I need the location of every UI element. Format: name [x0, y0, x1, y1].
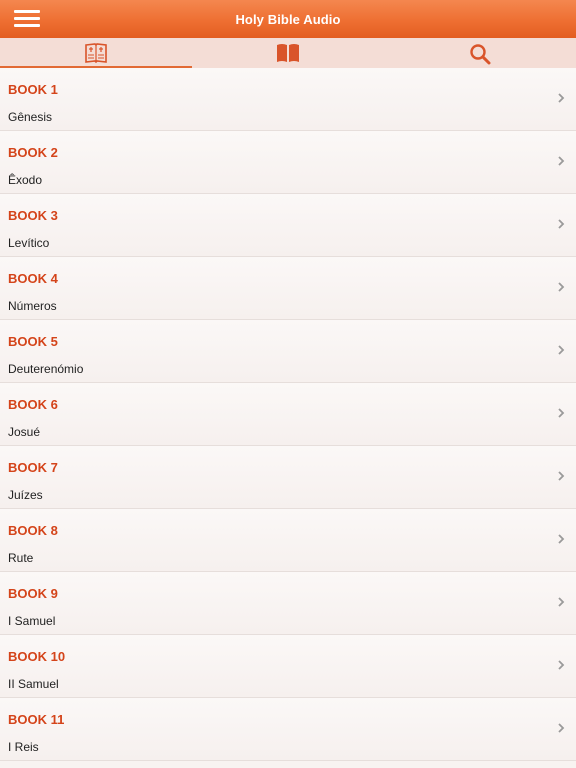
book-name: Êxodo: [8, 173, 43, 187]
book-number: BOOK 1: [8, 82, 58, 97]
list-item[interactable]: BOOK 6 Josué: [0, 383, 576, 446]
book-name: I Reis: [8, 740, 39, 754]
app-screen: Holy Bible Audio BOOK 1 Gênesis BOOK 2 Ê…: [0, 0, 576, 768]
list-item[interactable]: BOOK 7 Juízes: [0, 446, 576, 509]
book-number: BOOK 11: [8, 712, 65, 727]
book-name: II Samuel: [8, 677, 59, 691]
chevron-right-icon: [558, 723, 565, 733]
chevron-right-icon: [558, 93, 565, 103]
book-number: BOOK 4: [8, 271, 58, 286]
book-name: Deuterenómio: [8, 362, 84, 376]
open-bible-icon: [85, 43, 107, 64]
list-item[interactable]: BOOK 2 Êxodo: [0, 131, 576, 194]
tab-bar: [0, 38, 576, 68]
page-title: Holy Bible Audio: [235, 12, 341, 27]
book-name: Números: [8, 299, 57, 313]
book-name: Levítico: [8, 236, 50, 250]
book-name: Rute: [8, 551, 34, 565]
book-name: Josué: [8, 425, 41, 439]
chevron-right-icon: [558, 156, 565, 166]
book-number: BOOK 10: [8, 649, 66, 664]
book-number: BOOK 9: [8, 586, 58, 601]
list-item[interactable]: BOOK 8 Rute: [0, 509, 576, 572]
chevron-right-icon: [558, 219, 565, 229]
chevron-right-icon: [558, 282, 565, 292]
chevron-right-icon: [558, 408, 565, 418]
tab-search[interactable]: [384, 38, 576, 68]
book-name: Juízes: [8, 488, 43, 502]
tab-bible[interactable]: [0, 38, 192, 68]
book-number: BOOK 6: [8, 397, 58, 412]
list-item[interactable]: BOOK 11 I Reis: [0, 698, 576, 761]
book-list: BOOK 1 Gênesis BOOK 2 Êxodo BOOK 3 Levít…: [0, 68, 576, 768]
book-number: BOOK 2: [8, 145, 58, 160]
chevron-right-icon: [558, 660, 565, 670]
book-number: BOOK 3: [8, 208, 58, 223]
book-number: BOOK 7: [8, 460, 58, 475]
book-number: BOOK 8: [8, 523, 58, 538]
chevron-right-icon: [558, 597, 565, 607]
chevron-right-icon: [558, 471, 565, 481]
list-item[interactable]: BOOK 10 II Samuel: [0, 635, 576, 698]
header-bar: Holy Bible Audio: [0, 0, 576, 38]
search-icon: [470, 44, 491, 65]
list-item[interactable]: BOOK 4 Números: [0, 257, 576, 320]
list-item[interactable]: BOOK 5 Deuterenómio: [0, 320, 576, 383]
chevron-right-icon: [558, 534, 565, 544]
list-item[interactable]: BOOK 9 I Samuel: [0, 572, 576, 635]
book-number: BOOK 5: [8, 334, 58, 349]
closed-book-icon: [277, 44, 299, 62]
chevron-right-icon: [558, 345, 565, 355]
list-item[interactable]: BOOK 1 Gênesis: [0, 68, 576, 131]
book-name: Gênesis: [8, 110, 53, 124]
tab-books[interactable]: [192, 38, 384, 68]
list-item[interactable]: BOOK 3 Levítico: [0, 194, 576, 257]
book-name: I Samuel: [8, 614, 56, 628]
